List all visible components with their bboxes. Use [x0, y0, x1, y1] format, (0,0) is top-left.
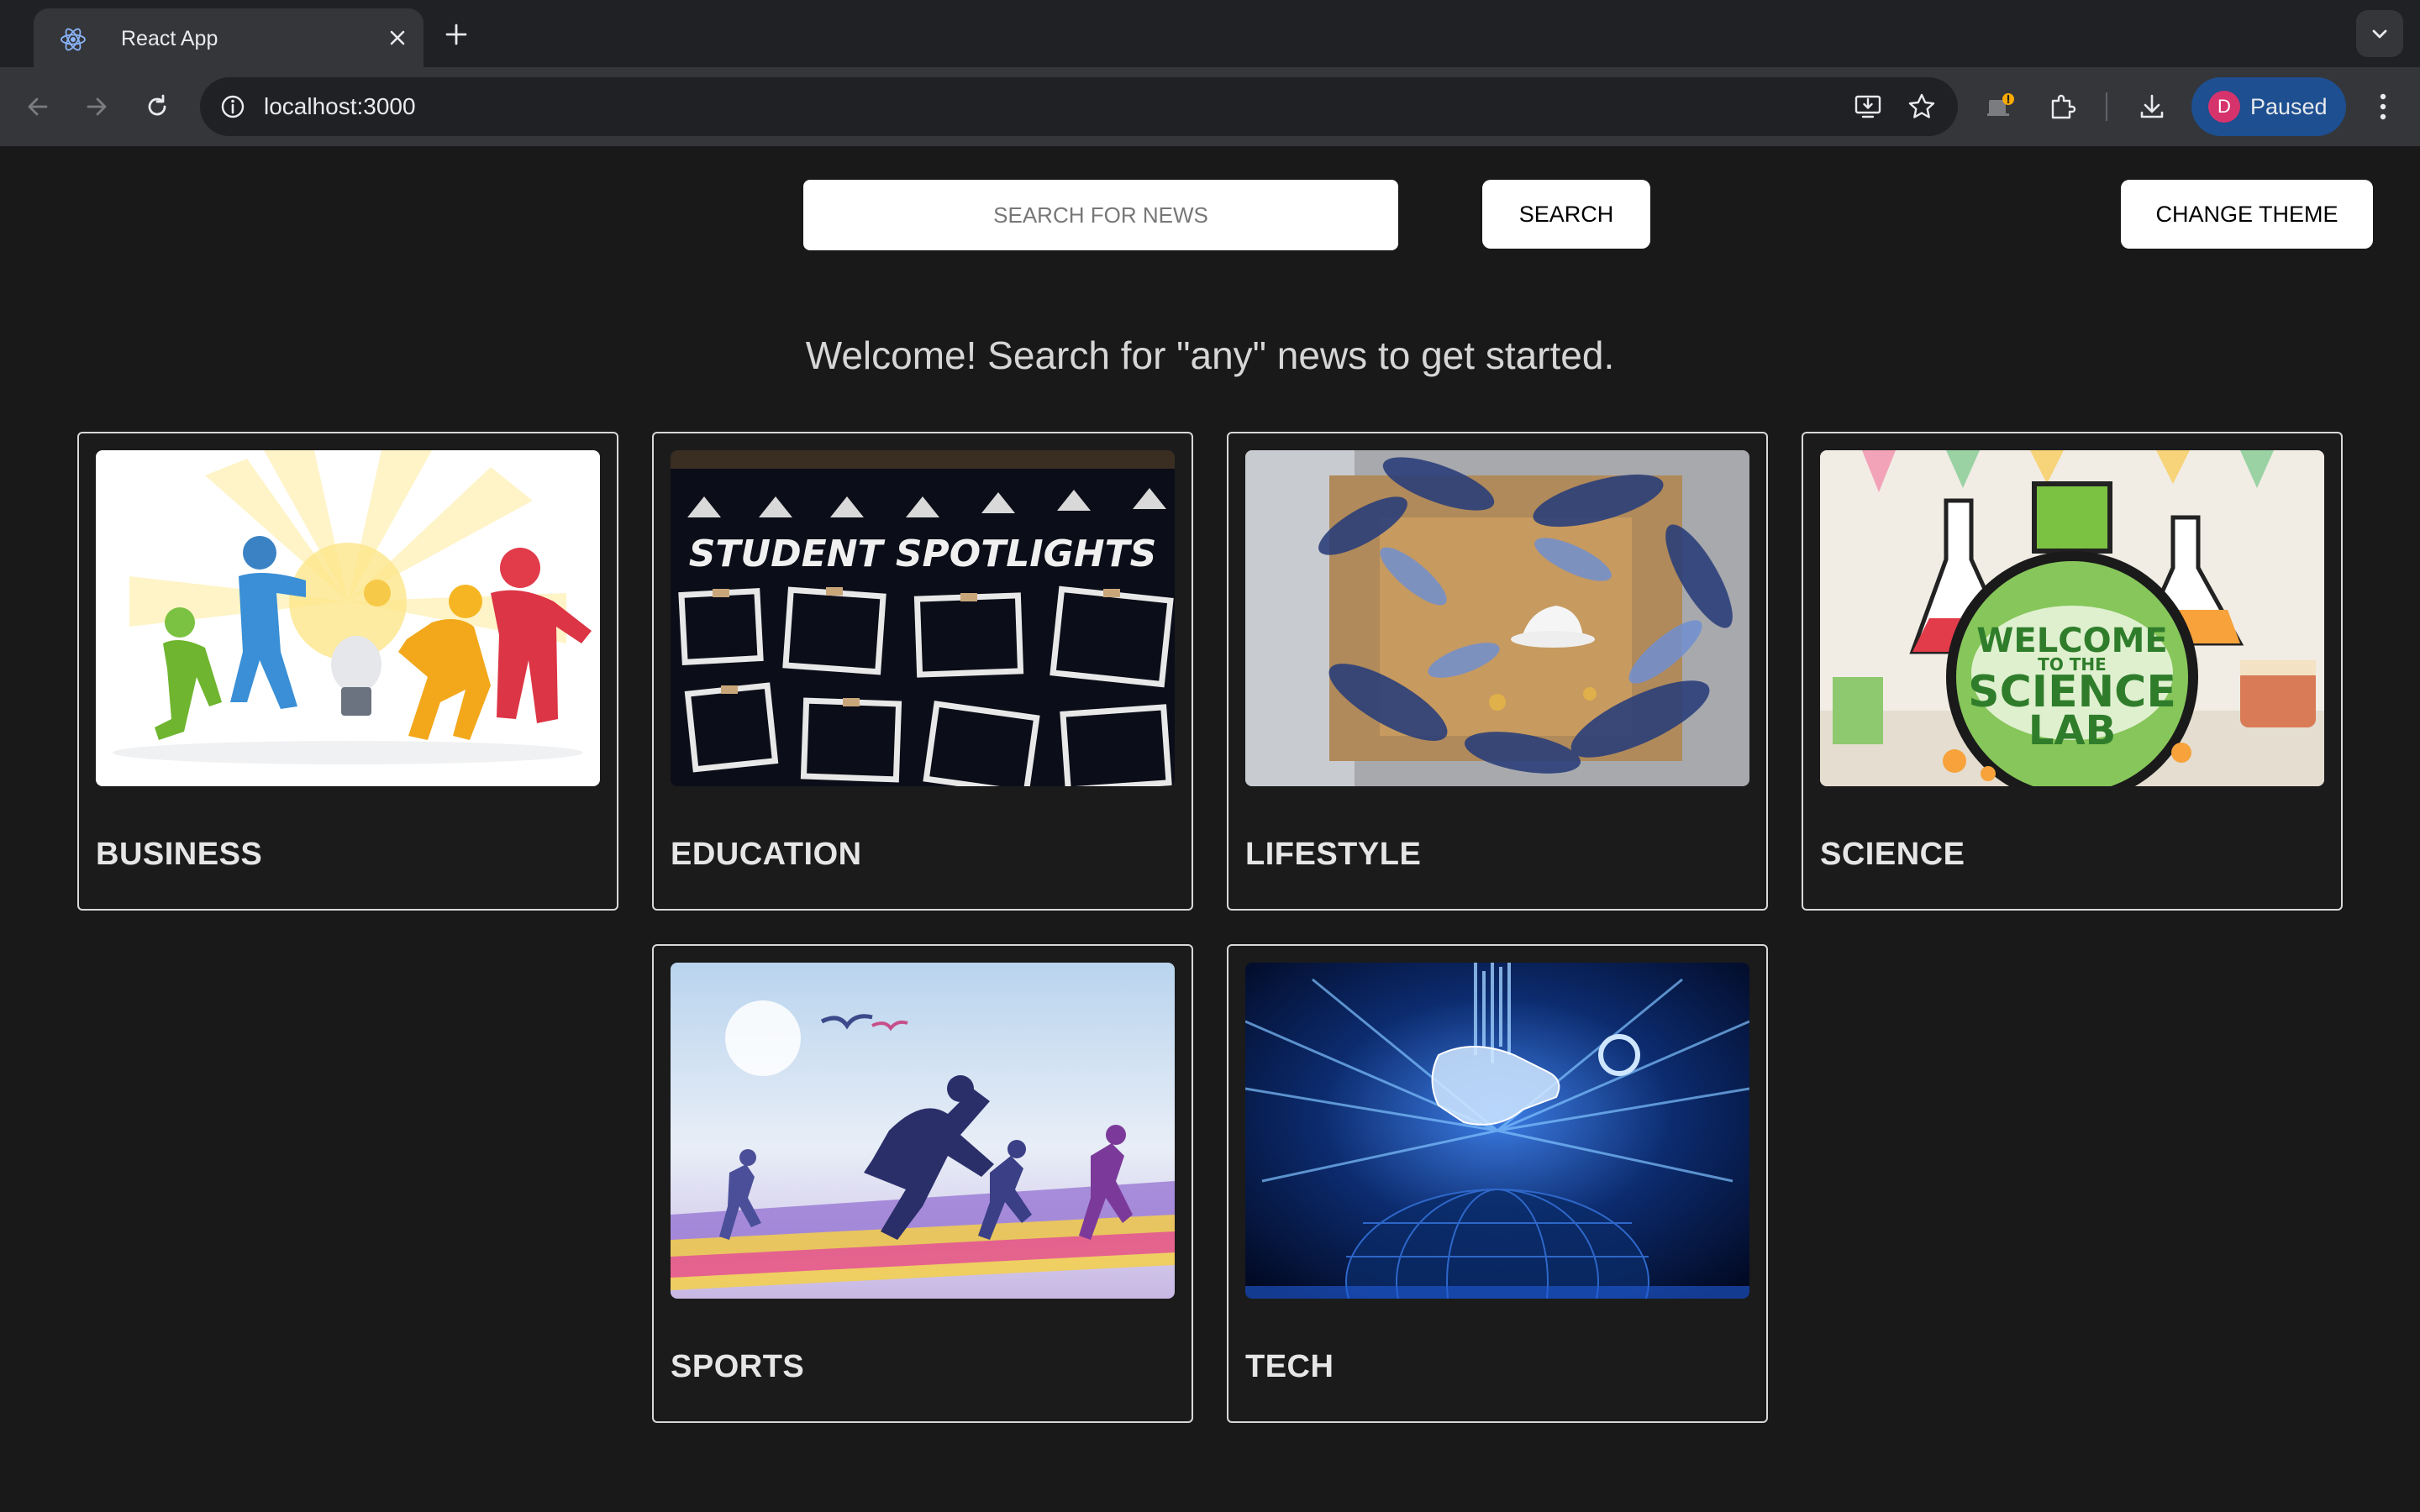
install-app-icon[interactable]: [1849, 87, 1887, 126]
extension-alert-icon[interactable]: [1980, 86, 2022, 128]
react-logo-icon: [59, 25, 87, 54]
student-spotlights-text: STUDENT SPOTLIGHTS: [689, 533, 1157, 575]
extensions-puzzle-icon[interactable]: [2042, 86, 2084, 128]
category-title: SPORTS: [671, 1349, 805, 1384]
tab-search-chevron-icon[interactable]: [2356, 10, 2403, 57]
category-card-education[interactable]: STUDENT SPOTLIGHTS EDUCATION: [652, 432, 1193, 911]
category-card-sports[interactable]: SPORTS: [652, 944, 1193, 1423]
category-card-lifestyle[interactable]: LIFESTYLE: [1227, 432, 1768, 911]
sports-image: [671, 963, 1175, 1299]
browser-toolbar: localhost:3000 D Paused: [0, 67, 2420, 146]
search-input[interactable]: [803, 180, 1398, 250]
category-card-business[interactable]: BUSINESS: [77, 432, 618, 911]
downloads-icon[interactable]: [2131, 86, 2173, 128]
profile-button[interactable]: D Paused: [2191, 77, 2346, 136]
site-info-icon[interactable]: [213, 87, 252, 126]
tech-image: [1245, 963, 1749, 1299]
change-theme-button[interactable]: CHANGE THEME: [2121, 180, 2373, 249]
browser-tab[interactable]: React App: [34, 8, 424, 67]
address-bar[interactable]: localhost:3000: [200, 77, 1958, 136]
business-image: [96, 450, 600, 786]
category-title: EDUCATION: [671, 837, 862, 872]
lifestyle-image: [1245, 450, 1749, 786]
tab-title: React App: [121, 27, 218, 50]
toolbar-separator: [2106, 92, 2107, 121]
category-title: LIFESTYLE: [1245, 837, 1422, 872]
welcome-message: Welcome! Search for "any" news to get st…: [805, 333, 1615, 377]
category-card-tech[interactable]: TECH: [1227, 944, 1768, 1423]
new-tab-plus-icon[interactable]: [439, 17, 474, 52]
category-title: SCIENCE: [1820, 837, 1965, 872]
forward-arrow-icon[interactable]: [76, 86, 118, 128]
browser-tabstrip: React App: [0, 0, 2420, 67]
more-vertical-icon[interactable]: [2366, 86, 2400, 128]
category-card-science[interactable]: WELCOME TO THE SCIENCE LAB SCIENCE: [1802, 432, 2343, 911]
science-image: WELCOME TO THE SCIENCE LAB: [1820, 450, 2324, 786]
avatar: D: [2208, 91, 2240, 123]
reload-icon[interactable]: [136, 86, 178, 128]
category-title: BUSINESS: [96, 837, 263, 872]
back-arrow-icon[interactable]: [17, 86, 59, 128]
url-text: localhost:3000: [264, 93, 416, 119]
category-title: TECH: [1245, 1349, 1334, 1384]
education-image: STUDENT SPOTLIGHTS: [671, 450, 1175, 786]
science-lab-text: LAB: [2028, 707, 2116, 754]
profile-status: Paused: [2250, 94, 2328, 119]
close-tab-icon[interactable]: [385, 25, 410, 50]
search-button[interactable]: SEARCH: [1482, 180, 1650, 249]
bookmark-star-icon[interactable]: [1902, 87, 1941, 126]
